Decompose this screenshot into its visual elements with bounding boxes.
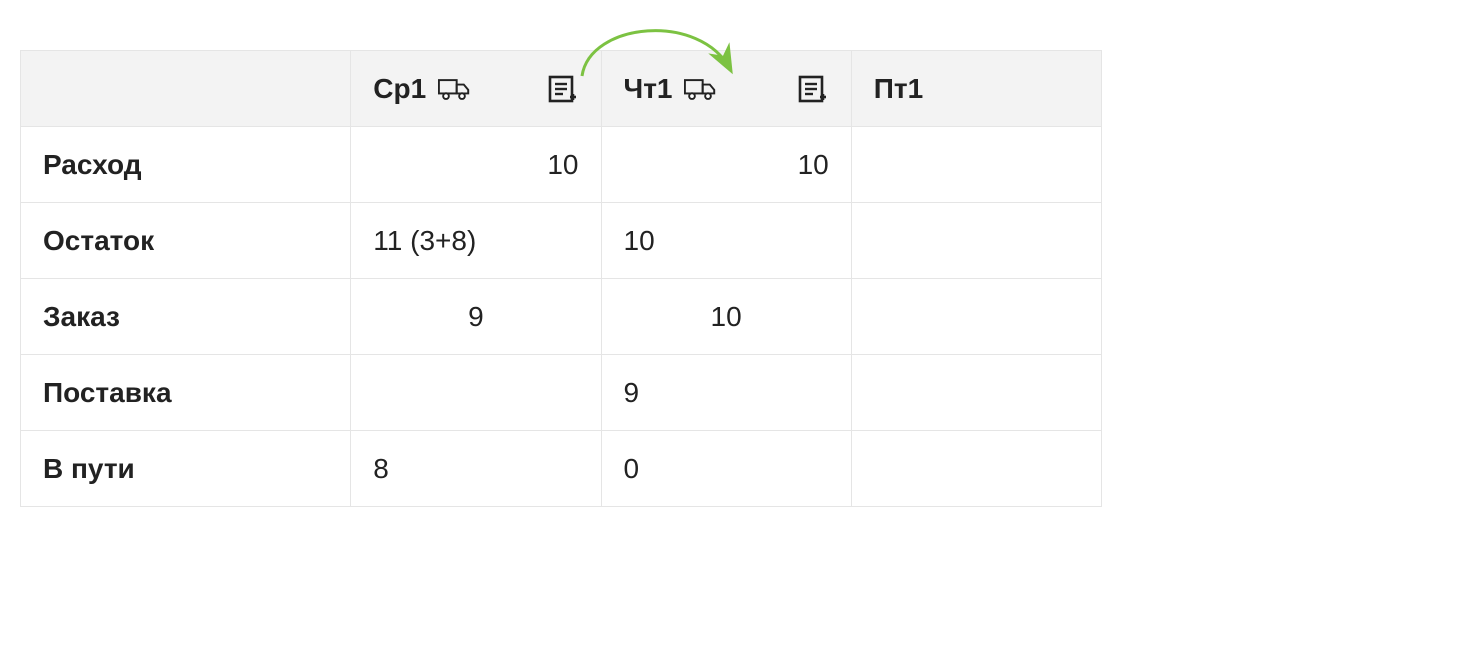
header-col2: Чт1 xyxy=(601,51,851,127)
cell-in-transit-col1: 8 xyxy=(351,431,601,507)
cell-delivery-col3 xyxy=(851,355,1101,431)
truck-icon xyxy=(684,75,716,103)
row-consumption: Расход 10 10 xyxy=(21,127,1102,203)
cell-consumption-col3 xyxy=(851,127,1101,203)
header-col1: Ср1 xyxy=(351,51,601,127)
row-order: Заказ 9 10 xyxy=(21,279,1102,355)
header-col3: Пт1 xyxy=(851,51,1101,127)
cell-balance-col1: 11 (3+8) xyxy=(351,203,601,279)
header-col1-label: Ср1 xyxy=(373,72,426,106)
document-plus-icon xyxy=(547,75,579,103)
row-delivery: Поставка 9 xyxy=(21,355,1102,431)
cell-balance-col2: 10 xyxy=(601,203,851,279)
cell-delivery-col1 xyxy=(351,355,601,431)
cell-in-transit-col3 xyxy=(851,431,1101,507)
row-delivery-label: Поставка xyxy=(21,355,351,431)
header-col3-label: Пт1 xyxy=(874,73,923,104)
header-col2-label: Чт1 xyxy=(624,72,673,106)
row-in-transit: В пути 8 0 xyxy=(21,431,1102,507)
header-blank xyxy=(21,51,351,127)
cell-in-transit-col2: 0 xyxy=(601,431,851,507)
truck-icon xyxy=(438,75,470,103)
cell-consumption-col1: 10 xyxy=(351,127,601,203)
row-balance-label: Остаток xyxy=(21,203,351,279)
row-order-label: Заказ xyxy=(21,279,351,355)
row-balance: Остаток 11 (3+8) 10 xyxy=(21,203,1102,279)
cell-balance-col3 xyxy=(851,203,1101,279)
row-consumption-label: Расход xyxy=(21,127,351,203)
cell-order-col2: 10 xyxy=(601,279,851,355)
cell-delivery-col2: 9 xyxy=(601,355,851,431)
planning-table-wrapper: Ср1 xyxy=(20,50,1102,507)
table-header-row: Ср1 xyxy=(21,51,1102,127)
planning-table: Ср1 xyxy=(20,50,1102,507)
row-in-transit-label: В пути xyxy=(21,431,351,507)
cell-consumption-col2: 10 xyxy=(601,127,851,203)
document-plus-icon xyxy=(797,75,829,103)
cell-order-col1: 9 xyxy=(351,279,601,355)
cell-order-col3 xyxy=(851,279,1101,355)
